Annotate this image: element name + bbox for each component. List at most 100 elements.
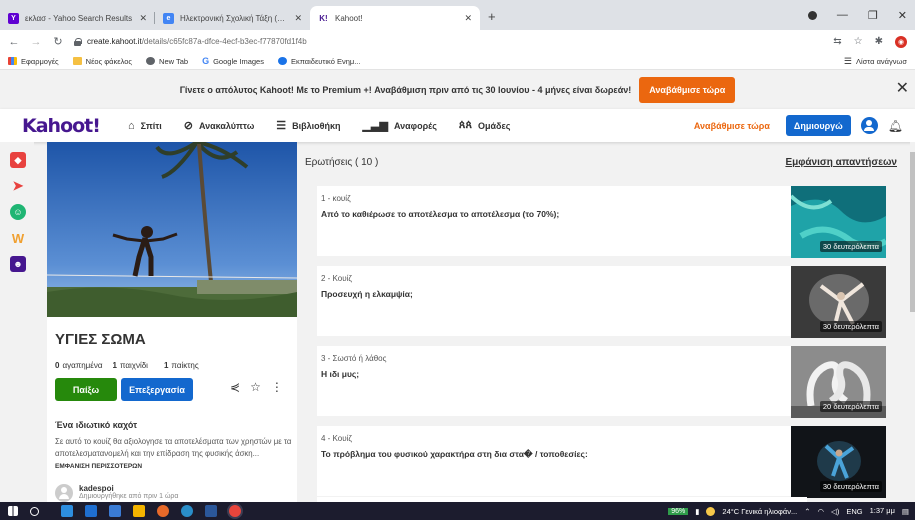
share-icon[interactable]: ⋞ bbox=[230, 380, 240, 394]
reading-list[interactable]: ☰ Λίστα ανάγνωσ bbox=[844, 56, 907, 67]
bell-icon[interactable]: 🔔︎ bbox=[888, 119, 903, 133]
new-tab-icon[interactable]: + bbox=[488, 6, 496, 30]
globe-icon bbox=[277, 57, 287, 65]
bookmark-label: Google Images bbox=[213, 56, 264, 66]
reload-icon[interactable]: ↻ bbox=[52, 35, 64, 48]
close-tab-icon[interactable]: ✕ bbox=[139, 13, 147, 24]
nav-discover[interactable]: ⊘ Ανακαλύπτω bbox=[184, 119, 255, 132]
tab-kahoot[interactable]: K! Kahoot! ✕ bbox=[310, 6, 480, 30]
word-icon[interactable] bbox=[205, 505, 217, 517]
weather-text[interactable]: 24°C Γενικά ηλιοφάν... bbox=[722, 507, 797, 516]
word-app-icon[interactable]: W bbox=[10, 230, 26, 246]
app-icon[interactable] bbox=[181, 505, 193, 517]
lock-icon bbox=[74, 37, 82, 46]
battery-indicator[interactable]: 96% bbox=[668, 507, 689, 515]
nav-groups[interactable]: ጰጰ Ομάδες bbox=[459, 119, 511, 132]
kahoot-logo[interactable]: Kahoot! bbox=[22, 115, 101, 137]
page-scrollbar[interactable] bbox=[910, 142, 915, 502]
language-indicator[interactable]: ENG bbox=[846, 507, 862, 516]
create-button[interactable]: Δημιουργώ bbox=[785, 115, 851, 136]
profile-icon[interactable] bbox=[807, 10, 817, 20]
extension-icon[interactable]: ◉ bbox=[895, 35, 907, 48]
extensions-icon[interactable]: ✱ bbox=[875, 36, 883, 47]
bookmark-apps[interactable]: Εφαρμογές bbox=[8, 57, 59, 66]
window-close-icon[interactable]: ✕ bbox=[898, 9, 907, 22]
card-actions: ⋞ ☆ ⋮ bbox=[230, 380, 283, 394]
nav-reports[interactable]: ▁▃▆ Αναφορές bbox=[363, 119, 437, 132]
tray-expand-icon[interactable]: ⌃ bbox=[804, 507, 810, 516]
bot-app-icon[interactable]: ☻ bbox=[10, 256, 26, 272]
bookmark-google-images[interactable]: G Google Images bbox=[202, 56, 264, 66]
system-tray: 96% ▮ 24°C Γενικά ηλιοφάν... ⌃ ◠ ◁) ENG … bbox=[668, 506, 915, 516]
more-options-icon[interactable]: ⋮ bbox=[271, 380, 283, 394]
forward-icon[interactable]: → bbox=[30, 36, 42, 48]
nav-label: Ανακαλύπτω bbox=[198, 120, 255, 131]
show-more-link[interactable]: ΕΜΦΑΝΙΣΗ ΠΕΡΙΣΣΟΤΕΡΩΝ bbox=[55, 463, 142, 470]
store-icon[interactable] bbox=[109, 505, 121, 517]
question-row[interactable]: 3 - Σωστό ή λάθος Η ιδι μυς; bbox=[317, 346, 807, 416]
owner-name[interactable]: kadespoi bbox=[79, 484, 178, 493]
time-badge: 30 δευτερόλεπτα bbox=[819, 241, 882, 252]
owner-avatar-icon[interactable] bbox=[55, 484, 73, 502]
address-bar[interactable]: create.kahoot.it/details/c65fc87a-dfce-4… bbox=[74, 33, 823, 51]
question-row[interactable]: 4 - Κουίζ Το πρόβλημα του φυσικού χαρακτ… bbox=[317, 426, 807, 496]
compass-icon: ⊘ bbox=[183, 120, 193, 132]
bookmark-newtab[interactable]: New Tab bbox=[146, 57, 188, 66]
search-icon[interactable] bbox=[30, 506, 39, 516]
groups-icon: ጰጰ bbox=[458, 119, 473, 131]
plays-stat: 1 παιχνίδι bbox=[112, 361, 148, 370]
question-row[interactable]: 1 - κουίζ Από το καθιέρωσε το αποτέλεσμα… bbox=[317, 186, 807, 256]
translate-icon[interactable]: ⇆ bbox=[833, 36, 841, 47]
nav-label: Ομάδες bbox=[478, 120, 511, 131]
question-row[interactable]: 2 - Κουίζ Προσευχή η ελκαμψία; bbox=[317, 266, 807, 336]
nav-label: Αναφορές bbox=[393, 120, 437, 131]
banner-close-icon[interactable]: ✕ bbox=[896, 78, 909, 98]
header-upgrade-link[interactable]: Αναβάθμισε τώρα bbox=[694, 121, 770, 131]
question-type: 4 - Κουίζ bbox=[321, 434, 352, 443]
nav-library[interactable]: ☰ Βιβλιοθήκη bbox=[276, 119, 340, 132]
tab-eclass[interactable]: e Ηλεκτρονική Σχολική Τάξη (η-Τά ✕ bbox=[155, 6, 310, 30]
windows-start-icon[interactable] bbox=[8, 506, 18, 516]
tab-title: εκλασ - Yahoo Search Results bbox=[25, 13, 133, 23]
edit-button[interactable]: Επεξεργασία bbox=[121, 378, 193, 401]
questions-panel: Ερωτήσεις ( 10 ) Εμφάνιση απαντήσεων 1 -… bbox=[297, 142, 910, 507]
extension-rail: ◆ ➤ ☺ W ☻ bbox=[0, 142, 34, 502]
window-controls: — ❐ ✕ bbox=[807, 0, 915, 30]
banner-text: Γίνετε ο απόλυτος Kahoot! Με το Premium … bbox=[179, 84, 632, 95]
volume-icon[interactable]: ◁) bbox=[831, 507, 839, 516]
restore-icon[interactable]: ❐ bbox=[868, 9, 878, 22]
description-text: Σε αυτό το κουίζ θα αξιολογησε τα αποτελ… bbox=[55, 437, 292, 458]
favorite-star-icon[interactable]: ☆ bbox=[250, 380, 261, 394]
weather-sun-icon bbox=[706, 506, 716, 516]
back-icon[interactable]: ← bbox=[8, 36, 20, 48]
kahoot-app-icon[interactable]: ◆ bbox=[10, 152, 26, 168]
bookmark-star-icon[interactable]: ☆ bbox=[854, 36, 863, 47]
bookmark-folder[interactable]: Νέος φάκελος bbox=[72, 56, 133, 66]
edge-icon[interactable] bbox=[85, 505, 97, 517]
question-type: 2 - Κουίζ bbox=[321, 274, 352, 283]
clock[interactable]: 1:37 μμ bbox=[870, 507, 895, 515]
chrome-icon[interactable] bbox=[229, 505, 241, 517]
close-tab-icon[interactable]: ✕ bbox=[464, 13, 472, 24]
banner-upgrade-button[interactable]: Αναβάθμισε τώρα bbox=[639, 76, 736, 103]
close-tab-icon[interactable]: ✕ bbox=[294, 13, 302, 24]
bookmark-label: Νέος φάκελος bbox=[85, 56, 133, 66]
notification-icon[interactable]: ▤ bbox=[902, 507, 909, 516]
bookmark-edu[interactable]: Εκπαιδευτικό Ενημ... bbox=[277, 57, 360, 66]
minimize-icon[interactable]: — bbox=[837, 9, 848, 21]
browser-toolbar: ← → ↻ create.kahoot.it/details/c65fc87a-… bbox=[0, 30, 915, 53]
nav-home[interactable]: ⌂ Σπίτι bbox=[128, 120, 162, 132]
explorer-icon[interactable] bbox=[133, 505, 145, 517]
show-answers-link[interactable]: Εμφάνιση απαντήσεων bbox=[785, 157, 897, 168]
taskview-icon[interactable] bbox=[61, 505, 73, 517]
user-avatar-icon[interactable] bbox=[860, 117, 878, 134]
arrow-app-icon[interactable]: ➤ bbox=[10, 178, 26, 194]
network-icon[interactable]: ◠ bbox=[818, 507, 825, 516]
chat-app-icon[interactable]: ☺ bbox=[10, 204, 26, 220]
question-text: Η ιδι μυς; bbox=[321, 369, 360, 379]
tab-yahoo[interactable]: Y εκλασ - Yahoo Search Results ✕ bbox=[0, 6, 155, 30]
scrollbar-thumb[interactable] bbox=[910, 152, 915, 312]
firefox-icon[interactable] bbox=[157, 505, 169, 517]
play-button[interactable]: Παίξω bbox=[55, 378, 117, 401]
eclass-favicon-icon: e bbox=[163, 12, 174, 24]
